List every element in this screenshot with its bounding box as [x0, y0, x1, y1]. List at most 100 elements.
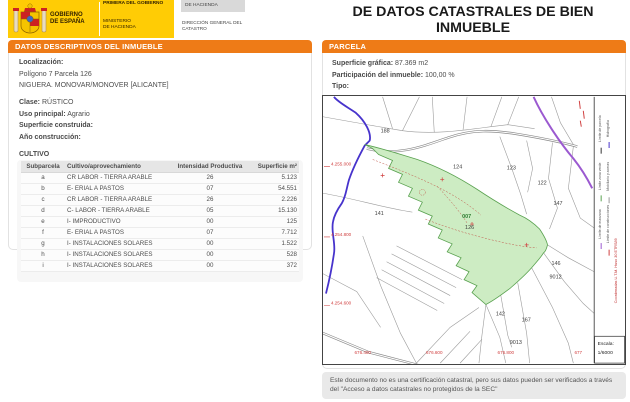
col-subparcela: Subparcela	[21, 161, 65, 173]
map-legend: Límite de parcelaHidrografíaLímite zona …	[594, 97, 625, 363]
vicepresidencia-label: PRIMERA DEL GOBIERNO	[103, 1, 163, 7]
table-cell: h	[21, 249, 65, 260]
map-parcel-label: 167	[522, 317, 531, 323]
table-cell: b	[21, 183, 65, 194]
table-row: eI- IMPRODUCTIVO00125	[21, 216, 299, 227]
table-cell: E- ERIAL A PASTOS	[65, 227, 171, 238]
table-cell: 2.226	[249, 194, 299, 205]
superficie-construida-label: Superficie construida:	[19, 122, 93, 129]
table-cell: d	[21, 205, 65, 216]
superficie-grafica-label: Superficie gráfica:	[332, 60, 393, 67]
map-parcel-label: 142	[496, 311, 505, 317]
table-cell: C- LABOR - TIERRA ARABLE	[65, 205, 171, 216]
map-parcel-label: 122	[538, 180, 547, 186]
map-parcel-label: 141	[375, 211, 384, 217]
legend-item-label: Límite de construcciones	[606, 205, 610, 244]
logo-divider	[99, 2, 100, 36]
table-cell: i	[21, 260, 65, 271]
table-cell: I- INSTALACIONES SOLARES	[65, 238, 171, 249]
map-coordinate-label-x: 677	[575, 350, 583, 355]
superficie-grafica-value: 87.369 m2	[395, 60, 428, 67]
document-title: DE DATOS CATASTRALES DE BIEN INMUEBLE	[318, 4, 628, 36]
legend-item-label: Límite zona verde	[598, 163, 602, 191]
map-coordinate-label-y: 4.254.800	[331, 232, 352, 237]
table-row: dC- LABOR - TIERRA ARABLE0515.130	[21, 205, 299, 216]
map-coordinate-label-y: 4.254.600	[331, 301, 352, 306]
scale-box	[595, 336, 625, 363]
table-row: aCR LABOR - TIERRA ARABLE265.123	[21, 172, 299, 183]
table-cell: 372	[249, 260, 299, 271]
table-row: iI- INSTALACIONES SOLARES00372	[21, 260, 299, 271]
table-cell: g	[21, 238, 65, 249]
cultivo-table-wrap: Subparcela Cultivo/aprovechamiento Inten…	[17, 160, 303, 282]
gobierno-espana-label: GOBIERNO DE ESPAÑA	[50, 12, 96, 26]
table-cell: a	[21, 172, 65, 183]
table-cell: I- IMPRODUCTIVO	[65, 216, 171, 227]
utm-reference-label: Coordenadas U.T.M. Huso 30 ETRS89	[614, 238, 618, 303]
localizacion-line2: NIGUERA. MONOVAR/MONOVER [ALICANTE]	[19, 81, 311, 90]
scale-value: 1/6000	[598, 350, 613, 356]
legend-item-label: Límite de parcela	[598, 115, 602, 142]
col-superficie: Superficie m²	[249, 161, 299, 173]
table-cell: I- INSTALACIONES SOLARES	[65, 260, 171, 271]
cultivo-title: CULTIVO	[19, 151, 311, 158]
spain-coat-of-arms-icon	[12, 2, 48, 36]
clase-label: Clase:	[19, 99, 40, 106]
table-cell: 1.522	[249, 238, 299, 249]
ministry-block: PRIMERA DEL GOBIERNO MINISTERIO DE HACIE…	[103, 0, 163, 31]
table-cell: 26	[171, 172, 249, 183]
map-parcel-label: 9013	[510, 340, 522, 346]
tipo-label: Tipo:	[332, 83, 349, 90]
table-row: bE- ERIAL A PASTOS0754.551	[21, 183, 299, 194]
anio-construccion-label: Año construcción:	[19, 134, 81, 141]
legend-item-label: Mobiliario y aceras	[606, 162, 610, 191]
map-parcel-label: 146	[551, 261, 560, 267]
map-parcel-label: 188	[381, 129, 390, 135]
map-coordinate-label-x: 676.400	[355, 350, 372, 355]
cultivo-table: Subparcela Cultivo/aprovechamiento Inten…	[21, 161, 299, 272]
map-parcel-label: 9012	[550, 275, 562, 281]
legend-item-label: Límite de manzana	[598, 209, 602, 239]
parcela-fields: Superficie gráfica: 87.369 m2 Participac…	[322, 53, 626, 91]
disclaimer-text: Este documento no es una certificación c…	[322, 372, 626, 399]
col-cultivo: Cultivo/aprovechamiento	[65, 161, 171, 173]
table-cell: 00	[171, 249, 249, 260]
map-parcel-label: 123	[507, 165, 516, 171]
table-row: gI- INSTALACIONES SOLARES001.522	[21, 238, 299, 249]
ministerio-label: MINISTERIO DE HACIENDA	[103, 19, 163, 31]
table-cell: f	[21, 227, 65, 238]
datos-descriptivos-panel: Localización: Polígono 7 Parcela 126 NIG…	[8, 53, 312, 250]
table-cell: 05	[171, 205, 249, 216]
parcel-map[interactable]: 1881241411231221471469012142167901300712…	[322, 95, 626, 365]
government-logo-block: GOBIERNO DE ESPAÑA PRIMERA DEL GOBIERNO …	[8, 0, 174, 38]
table-cell: I- INSTALACIONES SOLARES	[65, 249, 171, 260]
cadastral-document: GOBIERNO DE ESPAÑA PRIMERA DEL GOBIERNO …	[0, 0, 630, 402]
uso-label: Uso principal:	[19, 111, 66, 118]
map-parcel-label: 147	[553, 201, 562, 207]
table-cell: 15.130	[249, 205, 299, 216]
section-bar-datos-descriptivos: DATOS DESCRIPTIVOS DEL INMUEBLE	[8, 40, 312, 53]
map-coordinate-label-y: 4.255.000	[331, 161, 352, 166]
table-cell: 00	[171, 260, 249, 271]
ministerio-gray-box: DE HACIENDA	[181, 0, 245, 12]
col-intensidad: Intensidad Productiva	[171, 161, 249, 173]
table-cell: 125	[249, 216, 299, 227]
map-parcel-label: 126	[465, 225, 474, 231]
table-header-row: Subparcela Cultivo/aprovechamiento Inten…	[21, 161, 299, 173]
localizacion-label: Localización:	[19, 59, 63, 66]
localizacion-line1: Polígono 7 Parcela 126	[19, 70, 311, 79]
section-bar-parcela: PARCELA	[322, 40, 626, 53]
clase-value: RÚSTICO	[42, 99, 74, 106]
direccion-general-label: DIRECCIÓN GENERAL DEL CATASTRO	[182, 20, 244, 32]
parcel-map-svg: 1881241411231221471469012142167901300712…	[323, 96, 625, 364]
table-cell: 26	[171, 194, 249, 205]
participacion-value: 100,00 %	[425, 72, 455, 79]
scale-label: Escala:	[598, 341, 614, 347]
table-row: cCR LABOR - TIERRA ARABLE262.226	[21, 194, 299, 205]
table-row: fE- ERIAL A PASTOS077.712	[21, 227, 299, 238]
map-coordinate-label-x: 676.600	[426, 350, 443, 355]
table-cell: 07	[171, 183, 249, 194]
table-cell: c	[21, 194, 65, 205]
table-cell: E- ERIAL A PASTOS	[65, 183, 171, 194]
table-cell: 5.123	[249, 172, 299, 183]
